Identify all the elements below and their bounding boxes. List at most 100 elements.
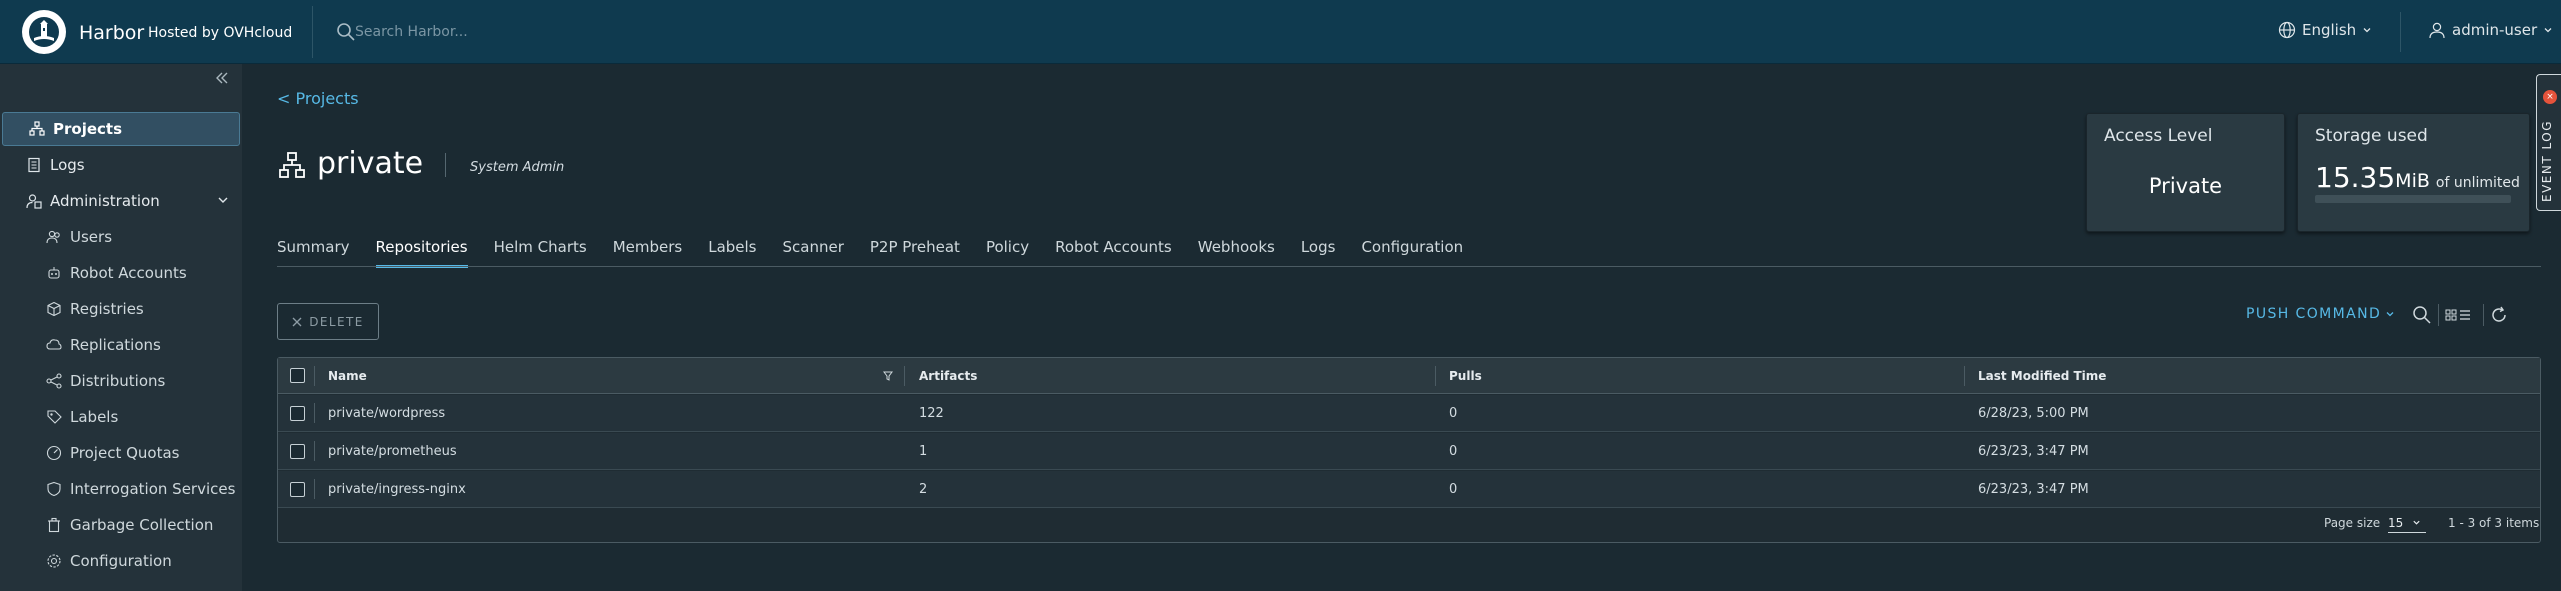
sidebar-item-label: Users <box>70 228 113 246</box>
column-header-artifacts[interactable]: Artifacts <box>919 358 977 393</box>
sidebar-item-robot-accounts[interactable]: Robot Accounts <box>0 256 242 290</box>
globe-icon <box>2278 21 2296 39</box>
filter-icon[interactable] <box>883 371 893 381</box>
top-header: Harbor Hosted by OVHcloud English admin-… <box>0 0 2561 64</box>
sidebar-item-users[interactable]: Users <box>0 220 242 254</box>
row-checkbox[interactable] <box>290 481 305 497</box>
search-input[interactable] <box>355 20 655 44</box>
sidebar-item-labels[interactable]: Labels <box>0 400 242 434</box>
brand-name: Harbor <box>79 22 145 44</box>
sidebar-item-registries[interactable]: Registries <box>0 292 242 326</box>
push-command-label: PUSH COMMAND <box>2246 306 2382 322</box>
sidebar-item-distributions[interactable]: Distributions <box>0 364 242 398</box>
user-name: admin-user <box>2452 21 2538 39</box>
project-tabs: Summary Repositories Helm Charts Members Lab… <box>277 238 1489 268</box>
sidebar-item-label: Configuration <box>70 552 172 570</box>
robot-icon <box>46 265 62 281</box>
chevron-down-icon <box>2544 28 2552 33</box>
repository-name-link[interactable]: private/prometheus <box>328 433 457 469</box>
column-separator <box>1964 366 1965 386</box>
tab-labels[interactable]: Labels <box>708 238 756 268</box>
sidebar-item-label: Distributions <box>70 372 166 390</box>
table-row[interactable]: private/wordpress 122 0 6/28/23, 5:00 PM <box>278 395 2540 432</box>
users-icon <box>46 229 62 245</box>
row-checkbox[interactable] <box>290 443 305 459</box>
sidebar: Projects Logs Administration Users Robot… <box>0 64 242 591</box>
page-size-label: Page size <box>2324 516 2381 530</box>
storage-amount: 15.35 <box>2315 161 2396 194</box>
tab-webhooks[interactable]: Webhooks <box>1198 238 1275 268</box>
tab-repositories[interactable]: Repositories <box>375 238 468 268</box>
sidebar-item-administration[interactable]: Administration <box>0 184 242 218</box>
page-size-select[interactable]: 15 <box>2388 513 2426 533</box>
pulls-count: 0 <box>1449 443 1458 459</box>
configuration-icon <box>46 553 62 569</box>
sidebar-item-configuration[interactable]: Configuration <box>0 544 242 578</box>
storage-unit: MiB <box>2395 170 2430 192</box>
language-selector[interactable]: English <box>2278 21 2372 39</box>
row-checkbox[interactable] <box>290 405 305 421</box>
projects-icon <box>29 121 45 137</box>
repositories-table: Name Artifacts Pulls Last Modified Time … <box>277 357 2541 543</box>
storage-limit: of unlimited <box>2435 175 2520 191</box>
user-menu[interactable]: admin-user <box>2428 21 2553 39</box>
column-header-last-modified[interactable]: Last Modified Time <box>1978 358 2106 393</box>
tab-p2p-preheat[interactable]: P2P Preheat <box>870 238 960 268</box>
breadcrumb[interactable]: < Projects <box>277 89 359 108</box>
column-separator <box>314 479 315 499</box>
sidebar-item-projects[interactable]: Projects <box>2 112 240 146</box>
pagination-info: 1 - 3 of 3 items <box>2448 516 2540 530</box>
sidebar-item-project-quotas[interactable]: Project Quotas <box>0 436 242 470</box>
delete-button[interactable]: DELETE <box>277 303 379 340</box>
event-log-label: EVENT LOG <box>2540 120 2554 202</box>
sidebar-item-interrogation-services[interactable]: Interrogation Services <box>0 472 242 506</box>
artifacts-count: 122 <box>919 405 944 421</box>
push-command-dropdown[interactable]: PUSH COMMAND <box>2246 306 2395 322</box>
tab-logs[interactable]: Logs <box>1301 238 1336 268</box>
view-toggle-icon[interactable] <box>2445 305 2477 325</box>
card-title: Access Level <box>2104 126 2213 146</box>
collapse-sidebar-icon[interactable] <box>214 70 234 88</box>
last-modified-time: 6/23/23, 3:47 PM <box>1978 443 2089 459</box>
interrogation-icon <box>46 481 62 497</box>
tab-helm-charts[interactable]: Helm Charts <box>494 238 587 268</box>
tab-robot-accounts[interactable]: Robot Accounts <box>1055 238 1172 268</box>
language-label: English <box>2302 21 2357 39</box>
sidebar-item-label: Labels <box>70 408 119 426</box>
tab-scanner[interactable]: Scanner <box>783 238 844 268</box>
tab-configuration[interactable]: Configuration <box>1361 238 1463 268</box>
tabs-underline <box>277 266 2541 267</box>
refresh-icon[interactable] <box>2489 305 2509 325</box>
access-level-card: Access Level Private <box>2086 113 2285 232</box>
sidebar-item-label: Projects <box>53 120 123 138</box>
select-all-checkbox[interactable] <box>290 368 305 383</box>
tab-members[interactable]: Members <box>613 238 683 268</box>
column-header-pulls[interactable]: Pulls <box>1449 358 1482 393</box>
table-row[interactable]: private/ingress-nginx 2 0 6/23/23, 3:47 PM <box>278 471 2540 508</box>
column-separator <box>1435 366 1436 386</box>
close-icon <box>292 317 302 326</box>
search-icon <box>337 23 355 41</box>
table-row[interactable]: private/prometheus 1 0 6/23/23, 3:47 PM <box>278 433 2540 470</box>
select-all-cell <box>290 358 305 393</box>
tab-policy[interactable]: Policy <box>986 238 1029 268</box>
search-icon[interactable] <box>2412 305 2432 325</box>
column-separator <box>314 366 315 386</box>
row-select-cell <box>290 433 305 469</box>
chevron-down-icon <box>2386 312 2394 317</box>
sidebar-item-garbage-collection[interactable]: Garbage Collection <box>0 508 242 542</box>
user-icon <box>2429 22 2445 39</box>
harbor-logo[interactable] <box>22 10 66 54</box>
sidebar-item-replications[interactable]: Replications <box>0 328 242 362</box>
sidebar-item-label: Replications <box>70 336 161 354</box>
column-header-name[interactable]: Name <box>328 358 367 393</box>
sidebar-item-logs[interactable]: Logs <box>0 148 242 182</box>
column-separator <box>904 366 905 386</box>
tab-summary[interactable]: Summary <box>277 238 350 268</box>
repository-name-link[interactable]: private/ingress-nginx <box>328 471 466 507</box>
labels-icon <box>46 409 62 425</box>
repository-name-link[interactable]: private/wordpress <box>328 395 445 431</box>
column-separator <box>314 441 315 461</box>
artifacts-count: 1 <box>919 443 928 459</box>
page-title: private <box>317 146 424 181</box>
